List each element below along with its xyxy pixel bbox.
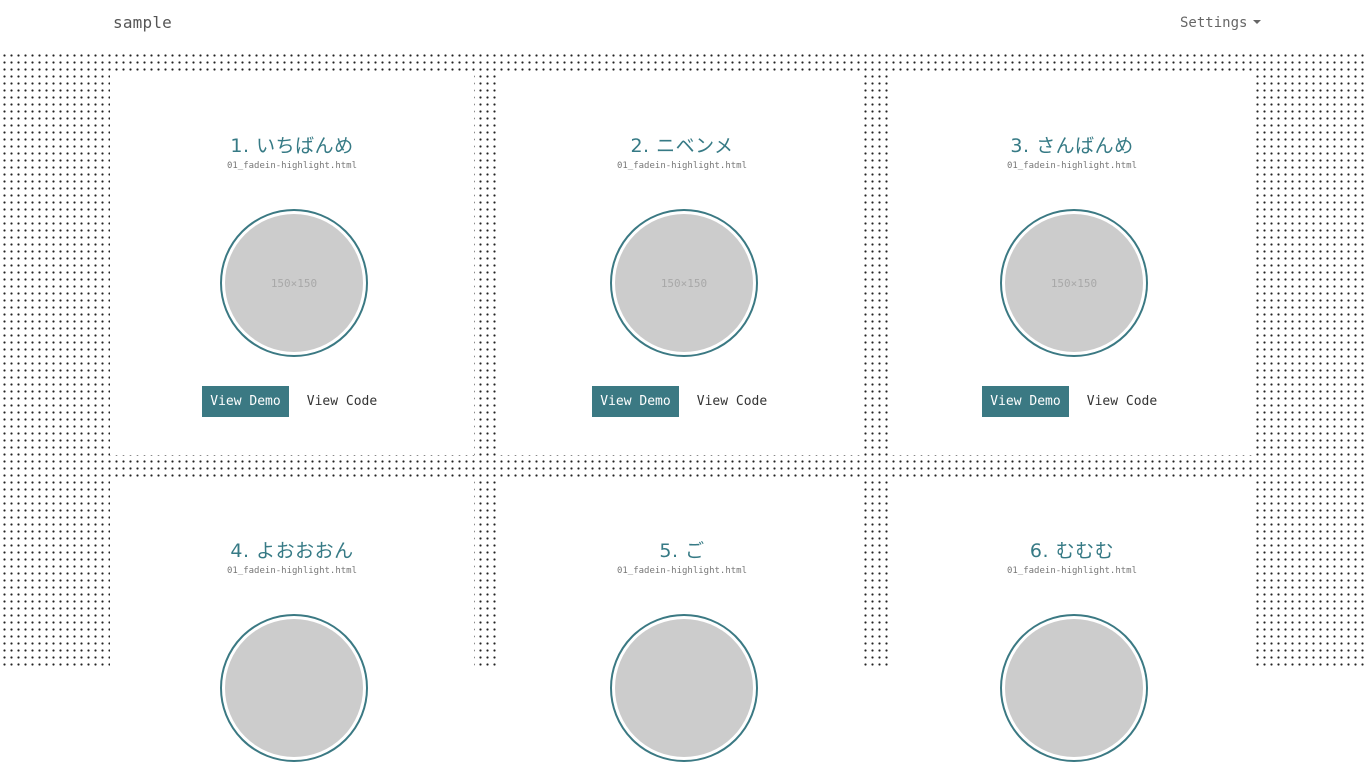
caret-down-icon xyxy=(1253,20,1262,24)
thumbnail-circle: 150×150 xyxy=(610,209,758,357)
card-filename: 01_fadein-highlight.html xyxy=(1006,161,1138,171)
thumbnail-circle xyxy=(610,614,758,762)
view-code-button[interactable]: View Code xyxy=(1080,386,1164,417)
thumbnail-placeholder: 150×150 xyxy=(1005,214,1143,352)
demo-card: 2. ニベンメ 01_fadein-highlight.html 150×150… xyxy=(500,75,864,455)
card-filename: 01_fadein-highlight.html xyxy=(1006,566,1138,576)
thumbnail-placeholder: 150×150 xyxy=(225,214,363,352)
card-title: 5. ご xyxy=(659,540,705,562)
thumbnail-circle xyxy=(220,614,368,762)
demo-card: 1. いちばんめ 01_fadein-highlight.html 150×15… xyxy=(110,75,474,455)
card-title: 4. よおおおん xyxy=(230,540,354,562)
demo-card: 6. むむむ 01_fadein-highlight.html xyxy=(890,480,1254,762)
demo-card: 4. よおおおん 01_fadein-highlight.html xyxy=(110,480,474,762)
view-code-button[interactable]: View Code xyxy=(690,386,774,417)
demo-card: 5. ご 01_fadein-highlight.html xyxy=(500,480,864,762)
card-title: 2. ニベンメ xyxy=(630,135,734,157)
view-code-button[interactable]: View Code xyxy=(300,386,384,417)
settings-label: Settings xyxy=(1180,15,1248,31)
thumbnail-placeholder xyxy=(615,619,753,757)
card-title: 1. いちばんめ xyxy=(230,135,354,157)
card-title: 3. さんばんめ xyxy=(1010,135,1134,157)
card-filename: 01_fadein-highlight.html xyxy=(616,161,748,171)
card-filename: 01_fadein-highlight.html xyxy=(616,566,748,576)
thumbnail-circle: 150×150 xyxy=(1000,209,1148,357)
thumbnail-placeholder xyxy=(1005,619,1143,757)
card-filename: 01_fadein-highlight.html xyxy=(226,566,358,576)
thumbnail-circle: 150×150 xyxy=(220,209,368,357)
view-demo-button[interactable]: View Demo xyxy=(202,386,289,417)
thumbnail-placeholder: 150×150 xyxy=(615,214,753,352)
demo-card: 3. さんばんめ 01_fadein-highlight.html 150×15… xyxy=(890,75,1254,455)
card-filename: 01_fadein-highlight.html xyxy=(226,161,358,171)
brand-link[interactable]: sample xyxy=(113,13,172,32)
view-demo-button[interactable]: View Demo xyxy=(592,386,679,417)
thumbnail-circle xyxy=(1000,614,1148,762)
settings-dropdown[interactable]: Settings xyxy=(1180,15,1262,31)
thumbnail-placeholder xyxy=(225,619,363,757)
top-navbar: sample Settings xyxy=(0,0,1366,48)
view-demo-button[interactable]: View Demo xyxy=(982,386,1069,417)
card-title: 6. むむむ xyxy=(1029,540,1115,562)
